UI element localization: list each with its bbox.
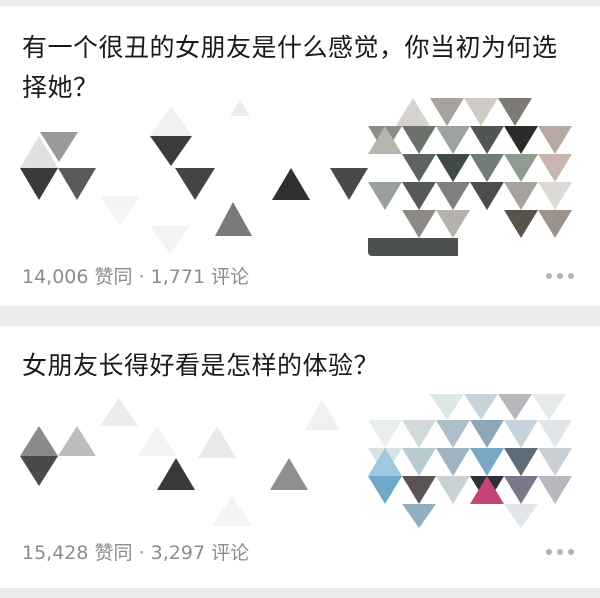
answer-stats: 15,428 赞同 · 3,297 评论 [22, 542, 250, 564]
feed-card[interactable]: 有一个很丑的女朋友是什么感觉，你当初为何选择她？ 14,006 赞同 · 1,7… [0, 6, 600, 306]
question-title[interactable]: 女朋友长得好看是怎样的体验？ [22, 346, 582, 386]
mosaic-triangles [20, 398, 340, 526]
answer-stats: 14,006 赞同 · 1,771 评论 [22, 266, 250, 288]
dot-icon [557, 273, 563, 279]
dot-icon [546, 549, 552, 555]
more-options-icon[interactable] [546, 548, 574, 556]
more-options-icon[interactable] [546, 272, 574, 280]
dot-icon [557, 549, 563, 555]
feed-card[interactable]: 女朋友长得好看是怎样的体验？ 15,428 赞同 · 3,297 评论 [0, 326, 600, 588]
dot-icon [546, 273, 552, 279]
dot-icon [568, 273, 574, 279]
dot-icon [568, 549, 574, 555]
answer-thumbnail[interactable] [368, 390, 582, 528]
answer-thumbnail[interactable] [368, 98, 582, 256]
